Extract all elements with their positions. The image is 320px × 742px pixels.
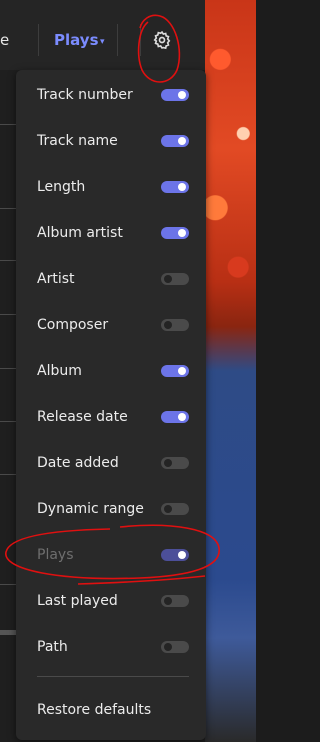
menu-item-label: Album artist [37,225,123,241]
toggle-knob [178,367,186,375]
toggle-switch[interactable] [161,411,189,423]
column-visibility-menu: Track number Track name Length Album art… [16,70,206,740]
toggle-switch[interactable] [161,365,189,377]
toggle-knob [178,137,186,145]
toggle-knob [178,91,186,99]
menu-item-label: Artist [37,271,75,287]
toggle-switch[interactable] [161,135,189,147]
menu-item-label: Path [37,639,68,655]
header-divider [38,24,39,56]
toggle-knob [164,505,172,513]
menu-item-length[interactable]: Length [16,164,206,210]
toggle-switch[interactable] [161,89,189,101]
menu-item-release-date[interactable]: Release date [16,394,206,440]
toggle-switch[interactable] [161,319,189,331]
toggle-switch[interactable] [161,227,189,239]
menu-item-artist[interactable]: Artist [16,256,206,302]
menu-item-label: Track number [37,87,133,103]
menu-item-label: Last played [37,593,118,609]
menu-item-label: Plays [37,547,74,563]
toggle-switch [161,549,189,561]
menu-item-plays: Plays [16,532,206,578]
menu-item-track-name[interactable]: Track name [16,118,206,164]
column-header-partial[interactable]: e [0,31,9,49]
column-settings-button[interactable] [150,28,174,52]
toggle-switch[interactable] [161,457,189,469]
menu-item-label: Dynamic range [37,501,144,517]
menu-item-label: Track name [37,133,118,149]
menu-item-dynamic-range[interactable]: Dynamic range [16,486,206,532]
toggle-switch[interactable] [161,503,189,515]
toggle-knob [164,643,172,651]
menu-item-path[interactable]: Path [16,624,206,670]
desktop-wallpaper [205,0,256,742]
toggle-knob [164,597,172,605]
toggle-knob [164,459,172,467]
menu-item-label: Composer [37,317,109,333]
gear-icon [153,30,171,50]
menu-item-label: Release date [37,409,128,425]
menu-item-track-number[interactable]: Track number [16,72,206,118]
restore-defaults-button[interactable]: Restore defaults [37,702,151,718]
toggle-knob [178,229,186,237]
toggle-knob [164,275,172,283]
menu-item-album-artist[interactable]: Album artist [16,210,206,256]
horizontal-scrollbar[interactable] [0,630,16,635]
toggle-switch[interactable] [161,641,189,653]
header-divider [140,24,141,56]
toggle-knob [178,413,186,421]
header-divider [117,24,118,56]
sort-descending-icon[interactable]: ▾ [100,37,105,47]
toggle-switch[interactable] [161,181,189,193]
menu-item-label: Length [37,179,86,195]
menu-item-date-added[interactable]: Date added [16,440,206,486]
menu-item-label: Album [37,363,82,379]
toggle-knob [178,551,186,559]
toggle-switch[interactable] [161,273,189,285]
toggle-knob [164,321,172,329]
sort-column-plays[interactable]: Plays [54,31,99,49]
toggle-switch[interactable] [161,595,189,607]
menu-item-album[interactable]: Album [16,348,206,394]
menu-item-composer[interactable]: Composer [16,302,206,348]
menu-item-label: Date added [37,455,119,471]
toggle-knob [178,183,186,191]
column-header-bar: e Plays ▾ [0,0,205,70]
menu-item-last-played[interactable]: Last played [16,578,206,624]
menu-divider [37,676,189,677]
